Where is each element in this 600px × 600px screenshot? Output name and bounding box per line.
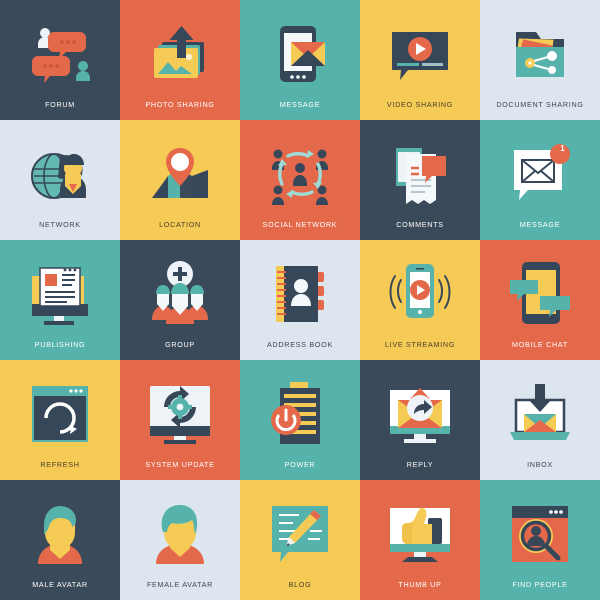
icon-tile[interactable]: PUBLISHING [0, 240, 120, 360]
icon-grid: FORUM PHOTO SHARING MESSAGE VIDEO SHARING DO… [0, 0, 600, 600]
icon-tile-label: SOCIAL NETWORK [262, 219, 338, 229]
icon-tile[interactable]: REPLY [360, 360, 480, 480]
icon-tile[interactable]: POWER [240, 360, 360, 480]
icon-tile-label: VIDEO SHARING [386, 99, 454, 109]
icon-tile-label: ADDRESS BOOK [267, 339, 333, 349]
icon-tile[interactable]: THUMB UP [360, 480, 480, 600]
live-streaming-icon [384, 258, 456, 330]
forum-icon [24, 18, 96, 90]
icon-tile[interactable]: 1 MESSAGE [480, 120, 600, 240]
icon-tile[interactable]: FORUM [0, 0, 120, 120]
icon-tile[interactable]: LIVE STREAMING [360, 240, 480, 360]
icon-tile[interactable]: REFRESH [0, 360, 120, 480]
icon-tile-label: LIVE STREAMING [384, 339, 456, 349]
icon-tile-label: MALE AVATAR [32, 579, 88, 589]
address-book-icon [264, 258, 336, 330]
icon-tile[interactable]: FIND PEOPLE [480, 480, 600, 600]
social-network-icon [264, 138, 336, 210]
icon-tile[interactable]: ADDRESS BOOK [240, 240, 360, 360]
icon-tile-label: POWER [284, 459, 316, 469]
icon-tile-label: FORUM [45, 99, 75, 109]
icon-tile-label: COMMENTS [396, 219, 444, 229]
power-icon [264, 378, 336, 450]
female-avatar-icon [144, 498, 216, 570]
comments-icon [384, 138, 456, 210]
icon-tile-label: MOBILE CHAT [512, 339, 568, 349]
icon-tile-label: SYSTEM UPDATE [145, 459, 215, 469]
icon-tile[interactable]: INBOX [480, 360, 600, 480]
icon-tile-label: LOCATION [159, 219, 201, 229]
document-sharing-icon [504, 18, 576, 90]
icon-tile-label: FEMALE AVATAR [146, 579, 214, 589]
icon-tile-label: GROUP [165, 339, 195, 349]
icon-tile[interactable]: LOCATION [120, 120, 240, 240]
icon-tile-label: THUMB UP [398, 579, 442, 589]
group-add-icon [144, 258, 216, 330]
reply-icon [384, 378, 456, 450]
icon-tile[interactable]: SOCIAL NETWORK [240, 120, 360, 240]
thumb-up-icon [384, 498, 456, 570]
icon-tile-label: FIND PEOPLE [512, 579, 568, 589]
icon-tile[interactable]: FEMALE AVATAR [120, 480, 240, 600]
icon-tile-label: NETWORK [39, 219, 81, 229]
male-avatar-icon [24, 498, 96, 570]
icon-tile[interactable]: NETWORK [0, 120, 120, 240]
refresh-icon [24, 378, 96, 450]
find-people-icon [504, 498, 576, 570]
icon-tile[interactable]: PHOTO SHARING [120, 0, 240, 120]
icon-tile-label: MESSAGE [279, 99, 321, 109]
icon-tile[interactable]: COMMENTS [360, 120, 480, 240]
icon-tile-label: INBOX [527, 459, 553, 469]
icon-tile-label: PUBLISHING [34, 339, 86, 349]
icon-tile-label: DOCUMENT SHARING [496, 99, 584, 109]
icon-tile[interactable]: MOBILE CHAT [480, 240, 600, 360]
icon-tile[interactable]: MALE AVATAR [0, 480, 120, 600]
video-sharing-icon [384, 18, 456, 90]
photo-sharing-icon [144, 18, 216, 90]
icon-tile-label: BLOG [288, 579, 312, 589]
inbox-icon [504, 378, 576, 450]
icon-tile-label: MESSAGE [519, 219, 561, 229]
network-globe-icon [24, 138, 96, 210]
icon-tile-label: REPLY [406, 459, 434, 469]
system-update-icon [144, 378, 216, 450]
message-tablet-icon [264, 18, 336, 90]
icon-tile[interactable]: DOCUMENT SHARING [480, 0, 600, 120]
location-pin-icon [144, 138, 216, 210]
icon-tile[interactable]: GROUP [120, 240, 240, 360]
icon-tile-label: REFRESH [40, 459, 80, 469]
publishing-icon [24, 258, 96, 330]
icon-tile[interactable]: MESSAGE [240, 0, 360, 120]
icon-tile-label: PHOTO SHARING [145, 99, 215, 109]
mobile-chat-icon [504, 258, 576, 330]
notification-badge: 1 [560, 144, 565, 153]
icon-tile[interactable]: BLOG [240, 480, 360, 600]
icon-tile[interactable]: VIDEO SHARING [360, 0, 480, 120]
blog-icon [264, 498, 336, 570]
icon-tile[interactable]: SYSTEM UPDATE [120, 360, 240, 480]
